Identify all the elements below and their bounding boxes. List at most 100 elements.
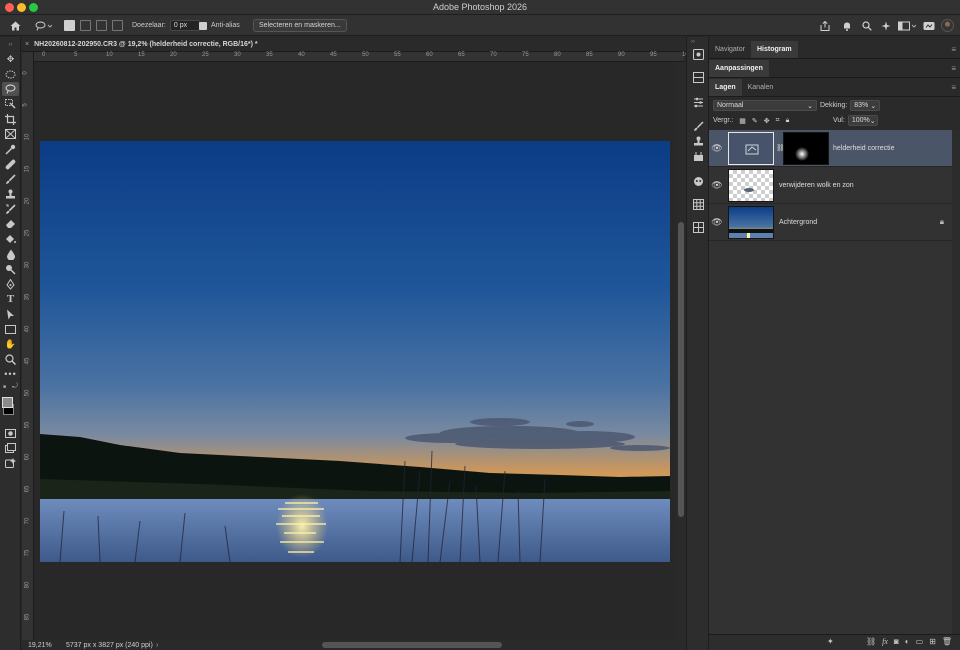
- layer-name[interactable]: Achtergrond: [779, 219, 817, 226]
- eraser-tool-icon[interactable]: [2, 217, 19, 231]
- tab-channels[interactable]: Kanalen: [742, 79, 780, 96]
- patterns-icon[interactable]: [691, 220, 706, 235]
- lock-position-icon[interactable]: ✥: [764, 117, 770, 125]
- visibility-eye-icon[interactable]: 👁︎: [709, 217, 725, 228]
- object-selection-tool-icon[interactable]: [2, 97, 19, 111]
- layer-name[interactable]: helderheid correctie: [833, 145, 894, 152]
- swap-colors-icon[interactable]: ⤾: [12, 383, 18, 391]
- horizontal-scrollbar-thumb[interactable]: [322, 642, 502, 648]
- cloud-docs-icon[interactable]: [922, 15, 936, 36]
- new-group-icon[interactable]: ▭: [916, 637, 924, 646]
- strip-collapse-icon[interactable]: ››: [691, 39, 695, 45]
- new-layer-icon[interactable]: ⊞: [929, 637, 936, 646]
- fill-input[interactable]: 100% ⌄: [847, 115, 878, 126]
- quick-mask-icon[interactable]: [2, 426, 19, 440]
- workspace-icon[interactable]: [897, 15, 919, 36]
- blend-mode-select[interactable]: Normaal ⌄: [713, 100, 817, 111]
- vertical-ruler[interactable]: 0 5 10 15 20 25 30 35 40 45 50 55 60 65 70 75 80 85: [22, 52, 34, 640]
- share-icon[interactable]: [818, 15, 832, 36]
- generative-icon[interactable]: [2, 456, 19, 470]
- brush-tool-icon[interactable]: [2, 172, 19, 186]
- panel-menu-icon[interactable]: ≡: [951, 64, 956, 73]
- adjustments-icon[interactable]: [691, 95, 706, 110]
- lock-transparent-icon[interactable]: ▦: [739, 117, 746, 125]
- adjustment-layer-thumbnail[interactable]: [728, 132, 774, 165]
- dodge-tool-icon[interactable]: [2, 262, 19, 276]
- select-and-mask-button[interactable]: Selecteren en maskeren...: [253, 19, 347, 32]
- antialias-checkbox[interactable]: [199, 21, 207, 30]
- tab-navigator[interactable]: Navigator: [709, 41, 751, 58]
- hand-tool-icon[interactable]: ✋: [2, 337, 19, 351]
- type-tool-icon[interactable]: T: [2, 292, 19, 306]
- layer-row[interactable]: 👁︎ Achtergrond 🔒︎: [709, 204, 952, 241]
- zoom-level[interactable]: 19,21%: [28, 642, 52, 649]
- layer-row[interactable]: 👁︎ verwijderen wolk en zon: [709, 167, 952, 204]
- add-selection-mode[interactable]: [80, 20, 91, 31]
- subtract-selection-mode[interactable]: [96, 20, 107, 31]
- layer-thumbnail[interactable]: [728, 169, 774, 202]
- toolbar-collapse-icon[interactable]: ‹‹: [2, 38, 19, 52]
- status-menu-arrow-icon[interactable]: ›: [156, 642, 158, 649]
- lock-artboard-icon[interactable]: ⌗: [776, 117, 780, 125]
- vertical-scrollbar-thumb[interactable]: [678, 222, 684, 517]
- eyedropper-tool-icon[interactable]: [2, 142, 19, 156]
- delete-layer-icon[interactable]: 🗑︎: [942, 637, 952, 646]
- pen-tool-icon[interactable]: [2, 277, 19, 291]
- lasso-tool-preset-icon[interactable]: [34, 15, 54, 36]
- feather-input[interactable]: 0 px: [169, 20, 200, 31]
- layer-mask-thumbnail[interactable]: [783, 132, 829, 165]
- blur-tool-icon[interactable]: [2, 247, 19, 261]
- screen-mode-icon[interactable]: [2, 441, 19, 455]
- foreground-color-swatch[interactable]: [2, 397, 13, 408]
- more-tools-icon[interactable]: •••: [2, 367, 19, 381]
- brush-settings-icon[interactable]: [691, 119, 706, 134]
- new-selection-mode[interactable]: [64, 20, 75, 31]
- default-colors-icon[interactable]: ■: [3, 384, 6, 390]
- lock-image-icon[interactable]: ✎: [752, 117, 758, 125]
- add-mask-icon[interactable]: ◙: [894, 637, 899, 646]
- zoom-tool-icon[interactable]: [2, 352, 19, 366]
- horizontal-ruler[interactable]: 0510152025303540455055606570758085909510…: [34, 52, 692, 62]
- layer-effects-icon[interactable]: fx: [882, 637, 888, 646]
- generative-fill-icon[interactable]: ✦: [827, 637, 834, 646]
- history-brush-tool-icon[interactable]: [2, 202, 19, 216]
- layers-scrollbar[interactable]: [952, 130, 960, 650]
- home-icon[interactable]: [8, 15, 22, 36]
- close-document-icon[interactable]: ×: [25, 41, 29, 48]
- frame-tool-icon[interactable]: [2, 127, 19, 141]
- healing-brush-tool-icon[interactable]: [2, 157, 19, 171]
- vertical-scrollbar[interactable]: [676, 62, 686, 640]
- link-layers-icon[interactable]: ⛓: [866, 637, 876, 646]
- marquee-tool-icon[interactable]: [2, 67, 19, 81]
- tool-presets-icon[interactable]: [691, 149, 706, 164]
- panel-menu-icon[interactable]: ≡: [951, 45, 956, 54]
- crop-tool-icon[interactable]: [2, 112, 19, 126]
- layer-row[interactable]: 👁︎ ⛓ helderheid correctie: [709, 130, 952, 167]
- swatches-icon[interactable]: [691, 197, 706, 212]
- lasso-tool-icon[interactable]: [2, 82, 19, 96]
- tab-adjustments[interactable]: Aanpassingen: [709, 60, 769, 77]
- paint-bucket-tool-icon[interactable]: [2, 232, 19, 246]
- panel-menu-icon[interactable]: ≡: [951, 83, 956, 92]
- path-selection-tool-icon[interactable]: [2, 307, 19, 321]
- new-adjustment-layer-icon[interactable]: ◐: [905, 637, 910, 646]
- layer-thumbnail[interactable]: [728, 206, 774, 239]
- glyphs-icon[interactable]: [691, 174, 706, 189]
- move-tool-icon[interactable]: ✥: [2, 52, 19, 66]
- clone-source-icon[interactable]: [691, 134, 706, 149]
- document-image[interactable]: [40, 141, 670, 562]
- intersect-selection-mode[interactable]: [112, 20, 123, 31]
- tab-histogram[interactable]: Histogram: [750, 41, 798, 58]
- libraries-icon[interactable]: [691, 47, 706, 62]
- search-icon[interactable]: [860, 15, 874, 36]
- bell-icon[interactable]: [840, 15, 854, 36]
- tab-layers[interactable]: Lagen: [709, 79, 742, 96]
- discover-icon[interactable]: [879, 15, 893, 36]
- visibility-eye-icon[interactable]: 👁︎: [709, 180, 725, 191]
- visibility-eye-icon[interactable]: 👁︎: [709, 143, 725, 154]
- avatar[interactable]: [941, 15, 954, 36]
- clone-stamp-tool-icon[interactable]: [2, 187, 19, 201]
- layer-name[interactable]: verwijderen wolk en zon: [779, 182, 854, 189]
- document-tab[interactable]: × NH20260812-202950.CR3 @ 19,2% (helderh…: [22, 37, 686, 52]
- properties-icon[interactable]: [691, 70, 706, 85]
